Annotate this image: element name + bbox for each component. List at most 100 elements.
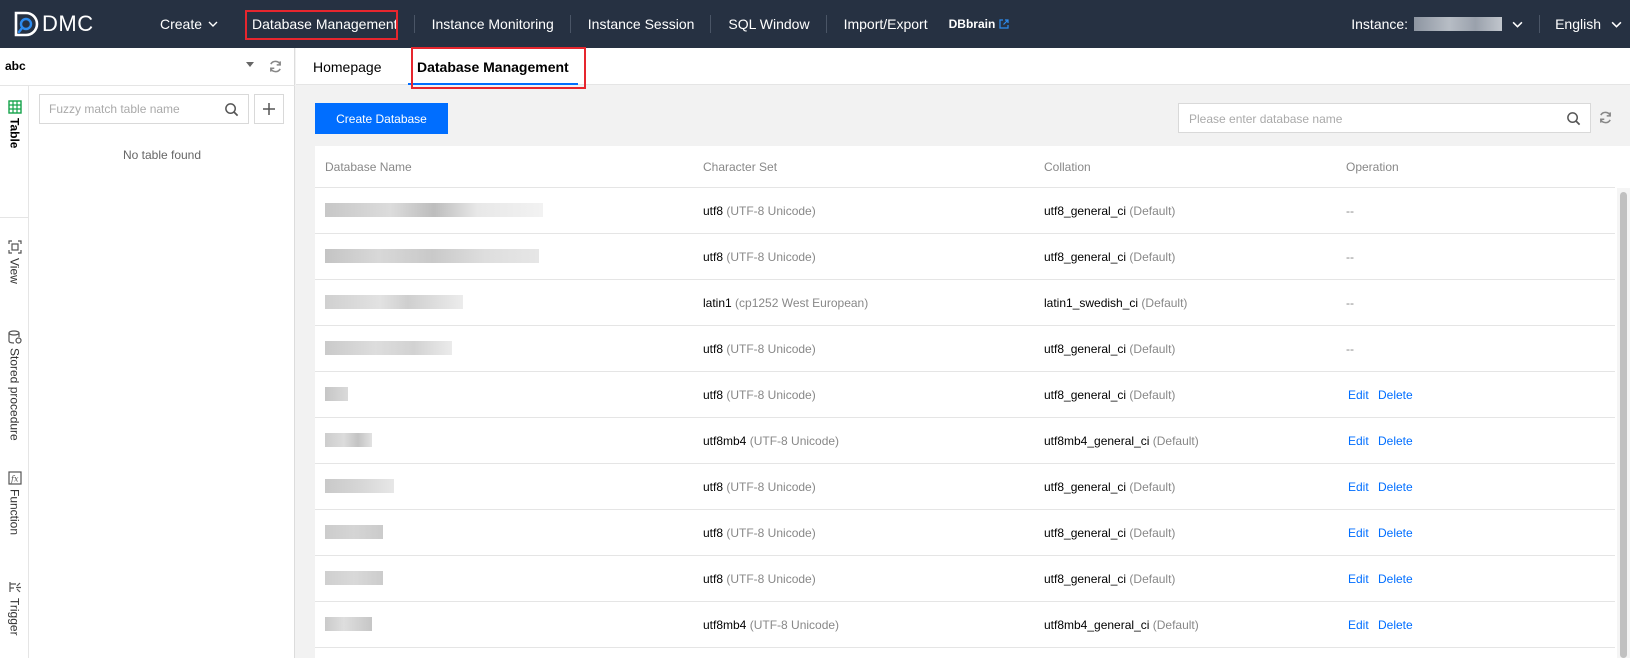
refresh-icon[interactable]: [1598, 110, 1613, 125]
nav-instance-session-label: Instance Session: [587, 16, 695, 32]
instance-selector[interactable]: Instance:: [1351, 16, 1539, 32]
collation-cell: utf8_general_ci (Default): [1044, 480, 1176, 494]
nav-instance-session[interactable]: Instance Session: [571, 0, 712, 48]
dmc-logo[interactable]: DMC: [12, 10, 94, 38]
database-name-redacted: [325, 433, 372, 447]
side-tab-label: Table: [7, 118, 22, 149]
delete-link[interactable]: Delete: [1378, 572, 1413, 586]
database-search-input[interactable]: [1189, 112, 1549, 126]
trigger-icon: [8, 582, 21, 593]
dmc-logo-icon: [14, 11, 39, 37]
charset-cell: utf8 (UTF-8 Unicode): [703, 250, 816, 264]
refresh-icon[interactable]: [268, 59, 283, 74]
edit-link[interactable]: Edit: [1348, 434, 1369, 448]
database-name-redacted: [325, 617, 372, 631]
collation-cell: utf8_general_ci (Default): [1044, 342, 1176, 356]
collation-cell: latin1_swedish_ci (Default): [1044, 296, 1188, 310]
database-table: Database Name Character Set Collation Op…: [315, 146, 1630, 658]
nav-instance-monitoring-label: Instance Monitoring: [431, 16, 554, 32]
collation-cell: utf8_general_ci (Default): [1044, 250, 1176, 264]
table-row: utf8 (UTF-8 Unicode) utf8_general_ci (De…: [315, 326, 1615, 372]
search-icon[interactable]: [1566, 111, 1581, 126]
edit-link[interactable]: Edit: [1348, 388, 1369, 402]
scrollbar-thumb[interactable]: [1620, 192, 1627, 658]
edit-link[interactable]: Edit: [1348, 480, 1369, 494]
delete-link[interactable]: Delete: [1378, 434, 1413, 448]
database-name-redacted: [325, 479, 394, 493]
delete-link[interactable]: Delete: [1378, 526, 1413, 540]
instance-label: Instance:: [1351, 16, 1409, 32]
side-tab-label: Stored procedure: [7, 348, 22, 441]
edit-link[interactable]: Edit: [1348, 618, 1369, 632]
plus-icon: [263, 103, 275, 115]
collation-cell: utf8_general_ci (Default): [1044, 572, 1176, 586]
language-label: English: [1555, 16, 1601, 32]
charset-cell: latin1 (cp1252 West European): [703, 296, 869, 310]
charset-cell: utf8 (UTF-8 Unicode): [703, 388, 816, 402]
table-search-input[interactable]: [49, 102, 214, 116]
database-selector[interactable]: abc: [0, 48, 295, 86]
delete-link[interactable]: Delete: [1378, 618, 1413, 632]
database-name-redacted: [325, 249, 539, 263]
edit-link[interactable]: Edit: [1348, 526, 1369, 540]
nav-import-export[interactable]: Import/Export: [827, 0, 945, 48]
column-header-collation: Collation: [1044, 160, 1091, 174]
database-search-box: [1178, 103, 1591, 133]
column-header-operation: Operation: [1346, 160, 1399, 174]
empty-table-message: No table found: [122, 148, 202, 162]
add-table-button[interactable]: [254, 94, 284, 124]
nav-create[interactable]: Create: [143, 0, 235, 48]
delete-link[interactable]: Delete: [1378, 388, 1413, 402]
charset-cell: utf8 (UTF-8 Unicode): [703, 572, 816, 586]
charset-cell: utf8mb4 (UTF-8 Unicode): [703, 434, 840, 448]
search-icon[interactable]: [224, 102, 239, 117]
nav-instance-monitoring[interactable]: Instance Monitoring: [415, 0, 571, 48]
table-row: utf8 (UTF-8 Unicode) utf8_general_ci (De…: [315, 188, 1615, 234]
tab-homepage[interactable]: Homepage: [313, 48, 382, 85]
charset-cell: utf8mb4 (UTF-8 Unicode): [703, 618, 840, 632]
object-panel: abc Table View Stored procedure fx Funct…: [0, 48, 295, 658]
nav-dbbrain[interactable]: DBbrain: [945, 0, 1027, 48]
chevron-down-icon: [208, 21, 218, 27]
database-name-redacted: [325, 571, 383, 585]
side-tab-function[interactable]: fx Function: [0, 471, 29, 535]
logo-text: DMC: [42, 11, 94, 36]
external-link-icon: [999, 19, 1009, 29]
collation-cell: utf8mb4_general_ci (Default): [1044, 434, 1199, 448]
main-content: Homepage Database Management Create Data…: [296, 47, 1630, 658]
table-row: utf8 (UTF-8 Unicode) utf8_general_ci (De…: [315, 464, 1615, 510]
collation-cell: utf8mb4_general_ci (Default): [1044, 618, 1199, 632]
page-tabs: Homepage Database Management: [296, 47, 1630, 89]
operation-placeholder: --: [1346, 204, 1354, 218]
side-tab-label: Trigger: [7, 598, 22, 636]
tab-highlight: [411, 47, 586, 89]
database-name-redacted: [325, 387, 348, 401]
side-tab-trigger[interactable]: Trigger: [0, 580, 29, 636]
edit-link[interactable]: Edit: [1348, 572, 1369, 586]
side-tab-table[interactable]: Table: [0, 100, 29, 218]
create-database-button[interactable]: Create Database: [315, 103, 448, 134]
nav-sql-window[interactable]: SQL Window: [711, 0, 827, 48]
language-selector[interactable]: English: [1540, 16, 1630, 32]
side-tab-stored-procedure[interactable]: Stored procedure: [0, 330, 29, 441]
object-type-tabs: Table View Stored procedure fx Function …: [0, 86, 29, 658]
nav-dbbrain-label: DBbrain: [948, 17, 996, 31]
nav-sql-window-label: SQL Window: [728, 16, 810, 32]
stored-procedure-icon: [7, 330, 22, 344]
charset-cell: utf8 (UTF-8 Unicode): [703, 342, 816, 356]
table-row: utf8mb4 (UTF-8 Unicode) utf8mb4_general_…: [315, 418, 1615, 464]
collation-cell: utf8_general_ci (Default): [1044, 388, 1176, 402]
database-name-redacted: [325, 295, 463, 309]
table-row: utf8 (UTF-8 Unicode) utf8_general_ci (De…: [315, 234, 1615, 280]
table-row: utf8 (UTF-8 Unicode) utf8_general_ci (De…: [315, 556, 1615, 602]
delete-link[interactable]: Delete: [1378, 480, 1413, 494]
table-row: utf8 (UTF-8 Unicode) utf8_general_ci (De…: [315, 372, 1615, 418]
column-header-character-set: Character Set: [703, 160, 778, 174]
chevron-down-icon: [1512, 21, 1523, 28]
function-icon: fx: [7, 471, 22, 485]
selected-database: abc: [5, 59, 26, 73]
table-search-box: [39, 94, 249, 124]
side-tab-view[interactable]: View: [0, 240, 29, 284]
collation-cell: utf8_general_ci (Default): [1044, 526, 1176, 540]
table-row: latin1 (cp1252 West European) latin1_swe…: [315, 280, 1615, 326]
